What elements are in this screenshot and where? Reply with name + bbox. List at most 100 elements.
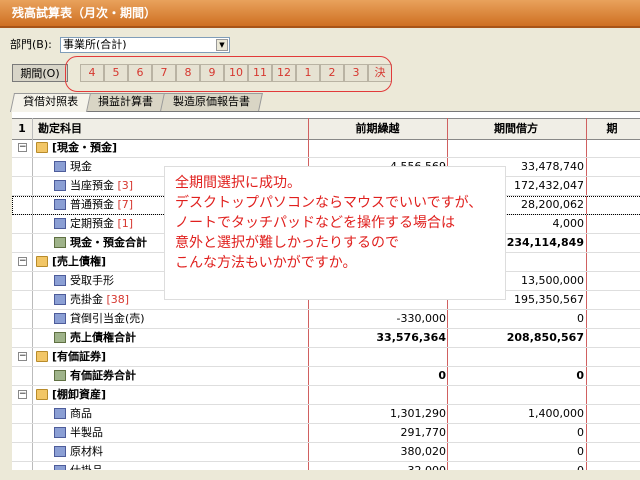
account-code: [1] xyxy=(117,217,134,230)
account-code: [3] xyxy=(117,179,134,192)
cell-prev-balance: 291,770 xyxy=(400,426,447,439)
account-icon xyxy=(54,218,66,229)
account-name-text: 当座預金 xyxy=(70,179,114,192)
account-name-text: 商品 xyxy=(70,407,92,420)
account-name: [棚卸資産] xyxy=(52,386,106,404)
subtotal-icon xyxy=(54,370,66,381)
account-name: 当座預金 [3] xyxy=(70,177,133,195)
account-icon xyxy=(54,313,66,324)
table-row[interactable]: 半製品 291,770 0 xyxy=(12,424,640,443)
status-strip xyxy=(0,470,640,480)
account-icon xyxy=(54,275,66,286)
account-name: 受取手形 xyxy=(70,272,114,290)
table-row[interactable]: − [現金・預金] xyxy=(12,139,640,158)
header-account: 勘定科目 xyxy=(38,122,82,135)
account-icon xyxy=(54,294,66,305)
account-code: [38] xyxy=(106,293,130,306)
cell-period-debit: 0 xyxy=(577,312,584,325)
account-name: [現金・預金] xyxy=(52,139,117,157)
account-icon xyxy=(54,161,66,172)
account-name-text: 貸倒引当金(売) xyxy=(70,312,145,325)
annotation-callout: 全期間選択に成功。 デスクトップパソコンならマウスでいいですが、 ノートでタッチ… xyxy=(165,167,505,299)
dept-select-value: 事業所(合計) xyxy=(63,38,127,51)
cell-prev-balance: 0 xyxy=(438,369,446,382)
tab-bar: 貸借対照表 損益計算書 製造原価報告書 xyxy=(9,93,263,112)
cell-period-debit: 208,850,567 xyxy=(506,331,584,344)
callout-line: こんな方法もいかがですか。 xyxy=(175,255,357,271)
table-row[interactable]: − [有価証券] xyxy=(12,348,640,367)
subtotal-icon xyxy=(54,237,66,248)
period-label[interactable]: 期間(O) xyxy=(12,64,68,82)
folder-icon xyxy=(36,351,48,362)
dept-label: 部門(B): xyxy=(10,38,52,51)
account-name: 貸倒引当金(売) xyxy=(70,310,145,328)
folder-icon xyxy=(36,142,48,153)
grid-header: 1 勘定科目 前期繰越 期間借方 期 xyxy=(12,118,640,140)
account-name-text: 売上債権合計 xyxy=(70,331,136,344)
table-row[interactable]: 売上債権合計 33,576,364 208,850,567 xyxy=(12,329,640,348)
collapse-icon[interactable]: − xyxy=(18,390,27,399)
window-title: 残高試算表（月次・期間） xyxy=(0,0,640,28)
table-row[interactable]: − [棚卸資産] xyxy=(12,386,640,405)
account-name-text: [現金・預金] xyxy=(52,141,118,154)
cell-prev-balance: 1,301,290 xyxy=(390,407,446,420)
account-name-text: [有価証券] xyxy=(52,350,107,363)
header-index: 1 xyxy=(18,122,26,135)
account-name: [有価証券] xyxy=(52,348,106,366)
account-name: 現金・預金合計 xyxy=(70,234,147,252)
account-name: 定期預金 [1] xyxy=(70,215,133,233)
account-name: 現金 xyxy=(70,158,92,176)
cell-prev-balance: 33,576,364 xyxy=(376,331,446,344)
table-row[interactable]: 原材料 380,020 0 xyxy=(12,443,640,462)
callout-line: デスクトップパソコンならマウスでいいですが、 xyxy=(175,195,483,211)
dept-select[interactable]: 事業所(合計) ▼ xyxy=(60,37,230,53)
account-icon xyxy=(54,408,66,419)
account-name: 売掛金 [38] xyxy=(70,291,129,309)
tab-0[interactable]: 貸借対照表 xyxy=(9,93,92,112)
account-name: 原材料 xyxy=(70,443,103,461)
cell-period-debit: 0 xyxy=(576,369,584,382)
folder-icon xyxy=(36,256,48,267)
table-row[interactable]: 商品 1,301,290 1,400,000 xyxy=(12,405,640,424)
collapse-icon[interactable]: − xyxy=(18,352,27,361)
account-icon xyxy=(54,446,66,457)
account-code: [7] xyxy=(117,198,134,211)
table-row[interactable]: 貸倒引当金(売) -330,000 0 xyxy=(12,310,640,329)
account-icon xyxy=(54,180,66,191)
collapse-icon[interactable]: − xyxy=(18,257,27,266)
account-name-text: 普通預金 xyxy=(70,198,114,211)
subtotal-icon xyxy=(54,332,66,343)
cell-period-debit: 1,400,000 xyxy=(528,407,584,420)
account-name-text: 売掛金 xyxy=(70,293,103,306)
selection-highlight xyxy=(65,56,392,92)
tab-label: 損益計算書 xyxy=(98,95,153,108)
tab-1[interactable]: 損益計算書 xyxy=(85,93,166,111)
callout-line: 全期間選択に成功。 xyxy=(175,175,301,191)
header-next: 期 xyxy=(606,122,618,135)
cell-period-debit: 0 xyxy=(577,445,584,458)
collapse-icon[interactable]: − xyxy=(18,143,27,152)
account-name-text: 現金 xyxy=(70,160,92,173)
account-name-text: [売上債権] xyxy=(52,255,107,268)
table-row[interactable]: 有価証券合計 0 0 xyxy=(12,367,640,386)
account-name: [売上債権] xyxy=(52,253,106,271)
account-name-text: 半製品 xyxy=(70,426,103,439)
account-name: 半製品 xyxy=(70,424,103,442)
account-name: 有価証券合計 xyxy=(70,367,136,385)
callout-line: 意外と選択が難しかったりするので xyxy=(175,235,399,251)
account-name: 売上債権合計 xyxy=(70,329,136,347)
account-name-text: [棚卸資産] xyxy=(52,388,107,401)
account-icon xyxy=(54,199,66,210)
account-name-text: 原材料 xyxy=(70,445,103,458)
account-name: 普通預金 [7] xyxy=(70,196,133,214)
account-name-text: 有価証券合計 xyxy=(70,369,136,382)
account-icon xyxy=(54,427,66,438)
cell-prev-balance: -330,000 xyxy=(396,312,446,325)
cell-prev-balance: 380,020 xyxy=(400,445,447,458)
tab-2[interactable]: 製造原価報告書 xyxy=(160,93,263,111)
header-period-debit: 期間借方 xyxy=(494,122,538,135)
tab-label: 製造原価報告書 xyxy=(173,95,250,108)
callout-line: ノートでタッチパッドなどを操作する場合は xyxy=(175,215,455,231)
account-name-text: 現金・預金合計 xyxy=(70,236,147,249)
chevron-down-icon[interactable]: ▼ xyxy=(216,39,228,51)
